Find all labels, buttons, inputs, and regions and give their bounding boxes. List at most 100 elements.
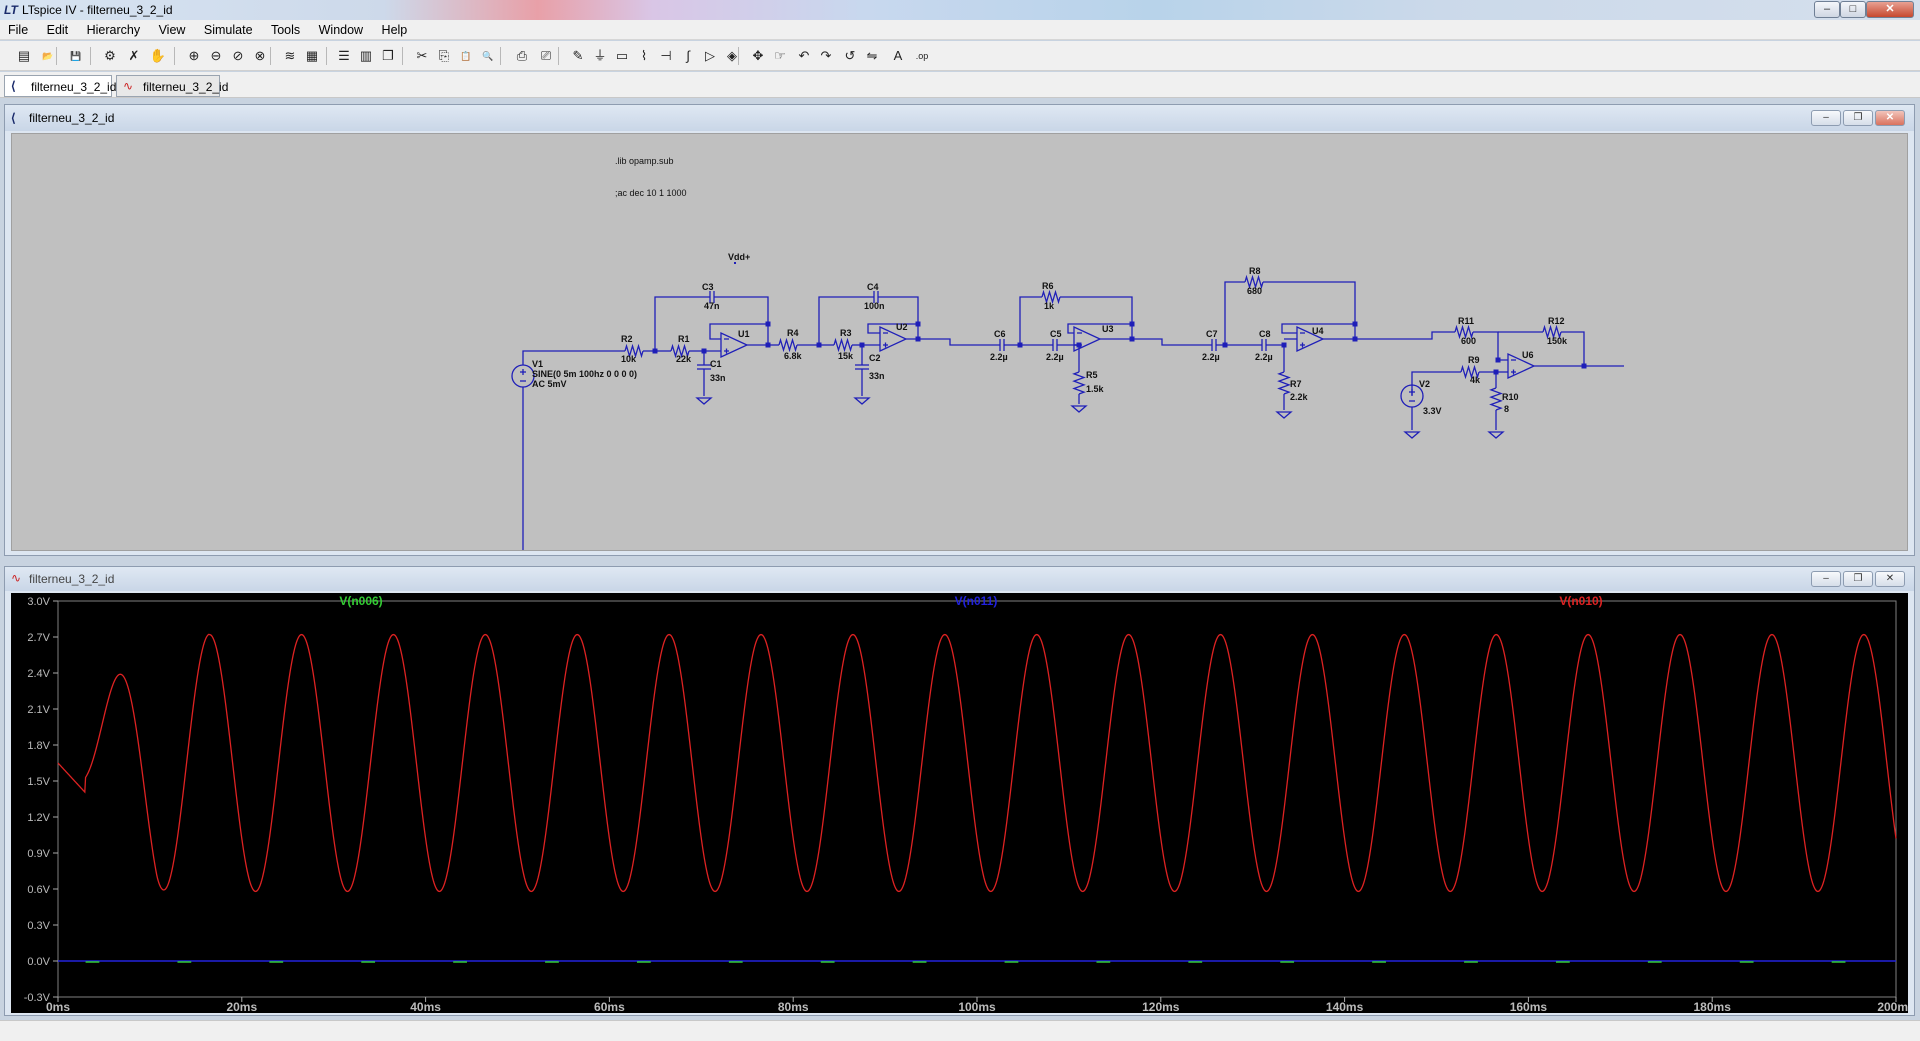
ground-symbol	[1403, 431, 1421, 439]
resistor-symbol[interactable]	[778, 337, 798, 353]
waveform-restore-button[interactable]: ❐	[1843, 571, 1873, 587]
drag-icon[interactable]: ☞	[770, 46, 790, 66]
voltage-source-symbol[interactable]	[511, 364, 535, 388]
legend-vn006[interactable]: V(n006)	[339, 594, 382, 608]
tab-label: filterneu_3_2_id	[31, 80, 117, 94]
waveform-plot-area[interactable]: V(n006) V(n011) V(n010) 3.0V 2.7V 2.4V 2.1V 1.8…	[11, 593, 1908, 1013]
waveform-icon: ∿	[123, 79, 134, 93]
control-panel-icon[interactable]: ⚙	[100, 46, 120, 66]
mirror-icon[interactable]: ⇋	[862, 46, 882, 66]
wire[interactable]	[1132, 338, 1212, 346]
wire[interactable]	[867, 323, 918, 334]
diode-icon[interactable]: ▷	[700, 46, 720, 66]
waveform-chart[interactable]: V(n006) V(n011) V(n010) 3.0V 2.7V 2.4V 2.1V 1.8…	[11, 593, 1908, 1013]
label-net-icon[interactable]: ▭	[612, 46, 632, 66]
toolbar-separator	[558, 47, 559, 65]
zoom-out-icon[interactable]: ⊖	[206, 46, 226, 66]
maximize-button[interactable]: □	[1840, 1, 1866, 18]
autorange-icon[interactable]: ≋	[280, 46, 300, 66]
schematic-close-button[interactable]: ✕	[1875, 110, 1905, 126]
wire[interactable]	[747, 324, 769, 346]
schematic-canvas[interactable]: .lib opamp.sub ;ac dec 10 1 1000 Vdd+ V1 SIN…	[11, 133, 1908, 551]
tile-horizontal-icon[interactable]: ☰	[334, 46, 354, 66]
print-icon[interactable]: ⎙	[512, 46, 532, 66]
rotate-icon[interactable]: ↺	[840, 46, 860, 66]
menu-window[interactable]: Window	[311, 20, 369, 40]
move-icon[interactable]: ✥	[748, 46, 768, 66]
menu-bar: File Edit Hierarchy View Simulate Tools …	[0, 20, 1920, 40]
component-icon[interactable]: ◈	[722, 46, 742, 66]
redo-icon[interactable]: ↷	[816, 46, 836, 66]
legend-vn011[interactable]: V(n011)	[955, 594, 998, 608]
status-bar	[0, 1020, 1920, 1041]
wire[interactable]	[1355, 331, 1455, 340]
run-icon[interactable]: ✗	[124, 46, 144, 66]
inductor-icon[interactable]: ∫	[678, 46, 698, 66]
tile-vertical-icon[interactable]: ▥	[356, 46, 376, 66]
wire[interactable]	[1224, 281, 1245, 345]
capacitor-icon[interactable]: ⊣	[656, 46, 676, 66]
tab-waveform[interactable]: ∿ filterneu_3_2_id	[116, 75, 228, 97]
toolbar-separator	[402, 47, 403, 65]
label-r6: R6	[1042, 281, 1054, 291]
wire[interactable]	[1060, 296, 1133, 324]
ltspice-logo-icon: LT	[4, 3, 18, 17]
menu-edit[interactable]: Edit	[39, 20, 75, 40]
menu-view[interactable]: View	[151, 20, 192, 40]
zoom-fit-icon[interactable]: ⊗	[250, 46, 270, 66]
draw-wire-icon[interactable]: ✎	[568, 46, 588, 66]
halt-icon[interactable]: ✋	[148, 46, 168, 66]
value-r7: 2.2k	[1290, 392, 1309, 402]
close-button[interactable]: ✕	[1866, 1, 1914, 18]
cascade-icon[interactable]: ❐	[378, 46, 398, 66]
zoom-back-icon[interactable]: ⊘	[228, 46, 248, 66]
waveform-close-button[interactable]: ✕	[1875, 571, 1905, 587]
wire[interactable]	[714, 296, 769, 324]
text-icon[interactable]: A	[888, 46, 908, 66]
value-r8: 680	[1247, 286, 1262, 296]
toolbar-separator	[174, 47, 175, 65]
menu-tools[interactable]: Tools	[263, 20, 306, 40]
wire[interactable]	[1323, 324, 1356, 340]
label-r8: R8	[1249, 266, 1261, 276]
waveform-minimize-button[interactable]: –	[1811, 571, 1841, 587]
resistor-symbol[interactable]	[1072, 371, 1086, 395]
grid-icon[interactable]: ▦	[302, 46, 322, 66]
copy-icon[interactable]: ⎘	[434, 46, 454, 66]
print-preview-icon[interactable]: ⎚	[536, 46, 556, 66]
menu-hierarchy[interactable]: Hierarchy	[79, 20, 147, 40]
label-vdd: Vdd+	[728, 252, 750, 262]
resistor-symbol[interactable]	[1277, 371, 1291, 395]
schematic-restore-button[interactable]: ❐	[1843, 110, 1873, 126]
y-tick-label: 0.0V	[27, 956, 50, 968]
menu-simulate[interactable]: Simulate	[196, 20, 259, 40]
value-r3: 15k	[838, 351, 854, 361]
schematic-minimize-button[interactable]: –	[1811, 110, 1841, 126]
resistor-icon[interactable]: ⌇	[634, 46, 654, 66]
undo-icon[interactable]: ↶	[794, 46, 814, 66]
wire[interactable]	[918, 338, 1000, 346]
ground-icon[interactable]: ⏚	[590, 46, 610, 66]
minimize-button[interactable]: –	[1814, 1, 1840, 18]
zoom-in-icon[interactable]: ⊕	[184, 46, 204, 66]
open-icon[interactable]: 📂	[38, 46, 58, 66]
toolbar-separator	[270, 47, 271, 65]
spice-directive-icon[interactable]: .op	[912, 46, 932, 66]
resistor-symbol[interactable]	[833, 337, 853, 353]
cut-icon[interactable]: ✂	[412, 46, 432, 66]
find-icon[interactable]: 🔍	[478, 46, 498, 66]
paste-icon[interactable]: 📋	[456, 46, 476, 66]
tab-schematic[interactable]: ⟨ filterneu_3_2_id	[4, 75, 116, 97]
wire[interactable]	[1019, 296, 1042, 345]
legend-vn010[interactable]: V(n010)	[1559, 594, 1602, 608]
new-schematic-icon[interactable]: ▤	[14, 46, 34, 66]
menu-help[interactable]: Help	[374, 20, 414, 40]
series-v-n010-line[interactable]	[57, 633, 1897, 893]
menu-file[interactable]: File	[0, 20, 34, 40]
schematic-drawing[interactable]: .lib opamp.sub ;ac dec 10 1 1000 Vdd+ V1SIN…	[12, 134, 1908, 551]
resistor-symbol[interactable]	[1489, 387, 1503, 411]
x-tick-label: 20ms	[226, 1000, 257, 1013]
value-c1: 33n	[710, 373, 726, 383]
save-icon[interactable]: 💾	[66, 46, 86, 66]
wire[interactable]	[1263, 281, 1356, 324]
